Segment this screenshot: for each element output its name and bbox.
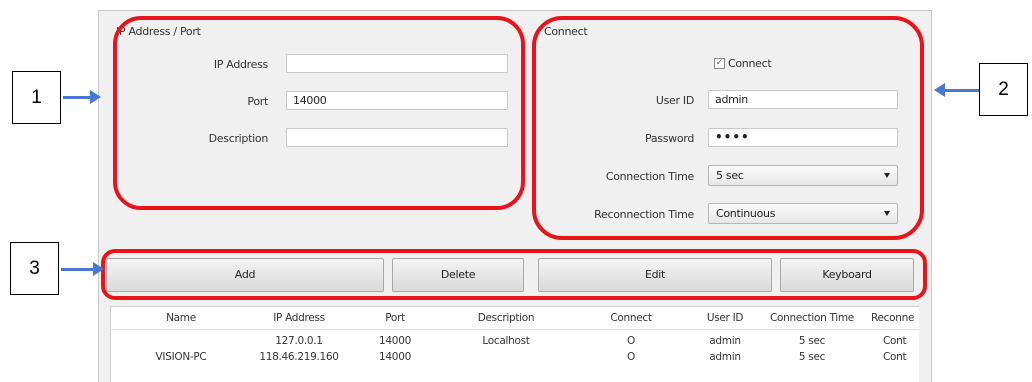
column-header-port[interactable]: Port	[375, 312, 415, 324]
highlight-button-row	[101, 249, 927, 300]
callout-1: 1	[12, 71, 61, 124]
cell-connect: O	[627, 335, 635, 347]
cell-ip-address: 118.46.219.160	[259, 351, 339, 363]
callout-2-arrow-line	[944, 89, 979, 92]
cell-reconnection: Cont	[883, 351, 907, 363]
cell-reconnection: Cont	[883, 335, 907, 347]
arrow-right-icon	[90, 90, 101, 104]
cell-port: 14000	[379, 351, 411, 363]
column-header-connection-time[interactable]: Connection Time	[757, 312, 867, 324]
highlight-ip-port-section	[113, 16, 525, 210]
column-header-reconnection[interactable]: Reconne	[871, 312, 919, 324]
cell-name: VISION-PC	[155, 351, 207, 363]
column-header-user-id[interactable]: User ID	[685, 312, 765, 324]
cell-ip-address: 127.0.0.1	[275, 335, 323, 347]
arrow-right-icon	[93, 262, 104, 276]
cell-port: 14000	[379, 335, 411, 347]
connection-list[interactable]: Name IP Address Port Description Connect…	[110, 306, 919, 382]
column-header-connect[interactable]: Connect	[591, 312, 671, 324]
cell-description: Localhost	[482, 335, 530, 347]
column-header-ip-address[interactable]: IP Address	[249, 312, 349, 324]
column-header-name[interactable]: Name	[141, 312, 221, 324]
column-header-description[interactable]: Description	[451, 312, 561, 324]
highlight-connect-section	[532, 16, 924, 240]
cell-connection-time: 5 sec	[798, 351, 826, 363]
callout-3-arrow-line	[61, 268, 95, 271]
cell-connect: O	[627, 351, 635, 363]
callout-1-arrow-line	[63, 96, 93, 99]
cell-user-id: admin	[709, 335, 741, 347]
cell-connection-time: 5 sec	[798, 335, 826, 347]
cell-user-id: admin	[709, 351, 741, 363]
list-header: Name IP Address Port Description Connect…	[111, 307, 919, 330]
callout-3: 3	[10, 242, 59, 295]
table-row[interactable]: 127.0.0.1 14000 Localhost O admin 5 sec …	[111, 333, 919, 349]
table-row[interactable]: VISION-PC 118.46.219.160 14000 O admin 5…	[111, 349, 919, 365]
callout-2: 2	[979, 63, 1028, 116]
